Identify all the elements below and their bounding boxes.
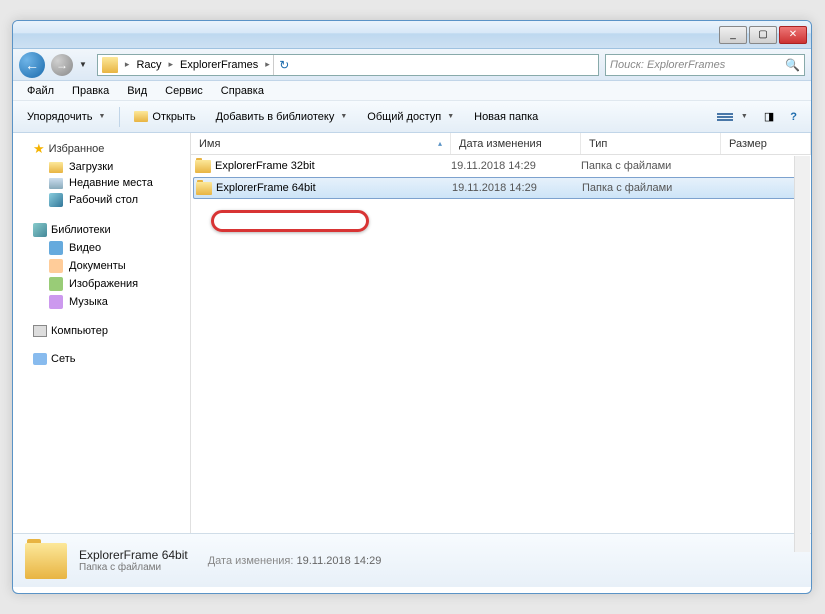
navigation-bar: ← → ▼ ▸ Racy ▸ ExplorerFrames ▸ ↻ Поиск:… — [13, 49, 811, 81]
sidebar-downloads[interactable]: Загрузки — [13, 159, 190, 175]
nav-history-dropdown[interactable]: ▼ — [79, 60, 87, 69]
chevron-right-icon[interactable]: ▸ — [122, 59, 133, 70]
details-date-label: Дата изменения: — [208, 555, 294, 567]
breadcrumb-seg[interactable]: Racy — [132, 55, 165, 75]
chevron-right-icon[interactable]: ▸ — [262, 59, 273, 70]
column-name[interactable]: Имя▴ — [191, 133, 451, 154]
file-row[interactable]: ExplorerFrame 32bit 19.11.2018 14:29 Пап… — [191, 155, 811, 177]
pictures-icon — [49, 277, 63, 291]
network-group[interactable]: Сеть — [13, 351, 190, 367]
folder-icon — [196, 182, 212, 195]
menu-view[interactable]: Вид — [119, 83, 155, 99]
computer-group[interactable]: Компьютер — [13, 323, 190, 339]
menu-tools[interactable]: Сервис — [157, 83, 211, 99]
sort-asc-icon: ▴ — [438, 139, 442, 148]
menu-file[interactable]: Файл — [19, 83, 62, 99]
details-date: 19.11.2018 14:29 — [297, 555, 382, 567]
computer-icon — [33, 325, 47, 337]
search-placeholder: Поиск: ExplorerFrames — [610, 59, 725, 71]
separator — [119, 107, 120, 127]
folder-icon — [102, 57, 118, 73]
documents-icon — [49, 259, 63, 273]
sidebar-desktop[interactable]: Рабочий стол — [13, 191, 190, 209]
star-icon: ★ — [33, 141, 45, 157]
libraries-icon — [33, 223, 47, 237]
menu-help[interactable]: Справка — [213, 83, 272, 99]
folder-icon — [49, 178, 63, 189]
navigation-pane: ★Избранное Загрузки Недавние места Рабоч… — [13, 133, 191, 533]
command-bar: Упорядочить▼ Открыть Добавить в библиоте… — [13, 101, 811, 133]
new-folder-button[interactable]: Новая папка — [468, 108, 544, 126]
minimize-button[interactable]: _ — [719, 26, 747, 44]
back-button[interactable]: ← — [19, 52, 45, 78]
desktop-icon — [49, 193, 63, 207]
organize-button[interactable]: Упорядочить▼ — [21, 108, 111, 126]
folder-icon — [49, 162, 63, 173]
chevron-right-icon[interactable]: ▸ — [166, 59, 177, 70]
breadcrumb-seg[interactable]: ExplorerFrames — [176, 55, 262, 75]
column-date[interactable]: Дата изменения — [451, 133, 581, 154]
address-bar[interactable]: ▸ Racy ▸ ExplorerFrames ▸ ↻ — [97, 54, 599, 76]
close-button[interactable]: ✕ — [779, 26, 807, 44]
sidebar-video[interactable]: Видео — [13, 239, 190, 257]
libraries-group[interactable]: Библиотеки — [13, 221, 190, 239]
details-pane: ExplorerFrame 64bit Папка с файлами Дата… — [13, 533, 811, 587]
file-row-selected[interactable]: ExplorerFrame 64bit 19.11.2018 14:29 Пап… — [193, 177, 809, 199]
search-input[interactable]: Поиск: ExplorerFrames 🔍 — [605, 54, 805, 76]
view-options-button[interactable]: ▼ — [709, 106, 754, 128]
refresh-button[interactable]: ↻ — [273, 55, 295, 75]
search-icon: 🔍 — [785, 58, 800, 72]
sidebar-music[interactable]: Музыка — [13, 293, 190, 311]
details-type: Папка с файлами — [79, 562, 188, 573]
column-size[interactable]: Размер — [721, 133, 811, 154]
sidebar-recent[interactable]: Недавние места — [13, 175, 190, 191]
file-list: Имя▴ Дата изменения Тип Размер ExplorerF… — [191, 133, 811, 533]
preview-pane-button[interactable]: ◨ — [758, 107, 780, 126]
open-button[interactable]: Открыть — [128, 108, 201, 126]
sidebar-pictures[interactable]: Изображения — [13, 275, 190, 293]
network-icon — [33, 353, 47, 365]
column-headers: Имя▴ Дата изменения Тип Размер — [191, 133, 811, 155]
favorites-group[interactable]: ★Избранное — [13, 139, 190, 159]
menu-bar: Файл Правка Вид Сервис Справка — [13, 81, 811, 101]
folder-icon — [134, 111, 148, 122]
folder-icon — [195, 160, 211, 173]
sidebar-documents[interactable]: Документы — [13, 257, 190, 275]
music-icon — [49, 295, 63, 309]
help-button[interactable]: ? — [784, 108, 803, 126]
forward-button[interactable]: → — [51, 54, 73, 76]
add-library-button[interactable]: Добавить в библиотеку▼ — [210, 108, 354, 126]
video-icon — [49, 241, 63, 255]
share-button[interactable]: Общий доступ▼ — [361, 108, 460, 126]
titlebar: _ ▢ ✕ — [13, 21, 811, 49]
vertical-scrollbar[interactable] — [794, 156, 810, 552]
maximize-button[interactable]: ▢ — [749, 26, 777, 44]
folder-icon-large — [25, 543, 67, 579]
details-name: ExplorerFrame 64bit — [79, 548, 188, 562]
column-type[interactable]: Тип — [581, 133, 721, 154]
menu-edit[interactable]: Правка — [64, 83, 117, 99]
